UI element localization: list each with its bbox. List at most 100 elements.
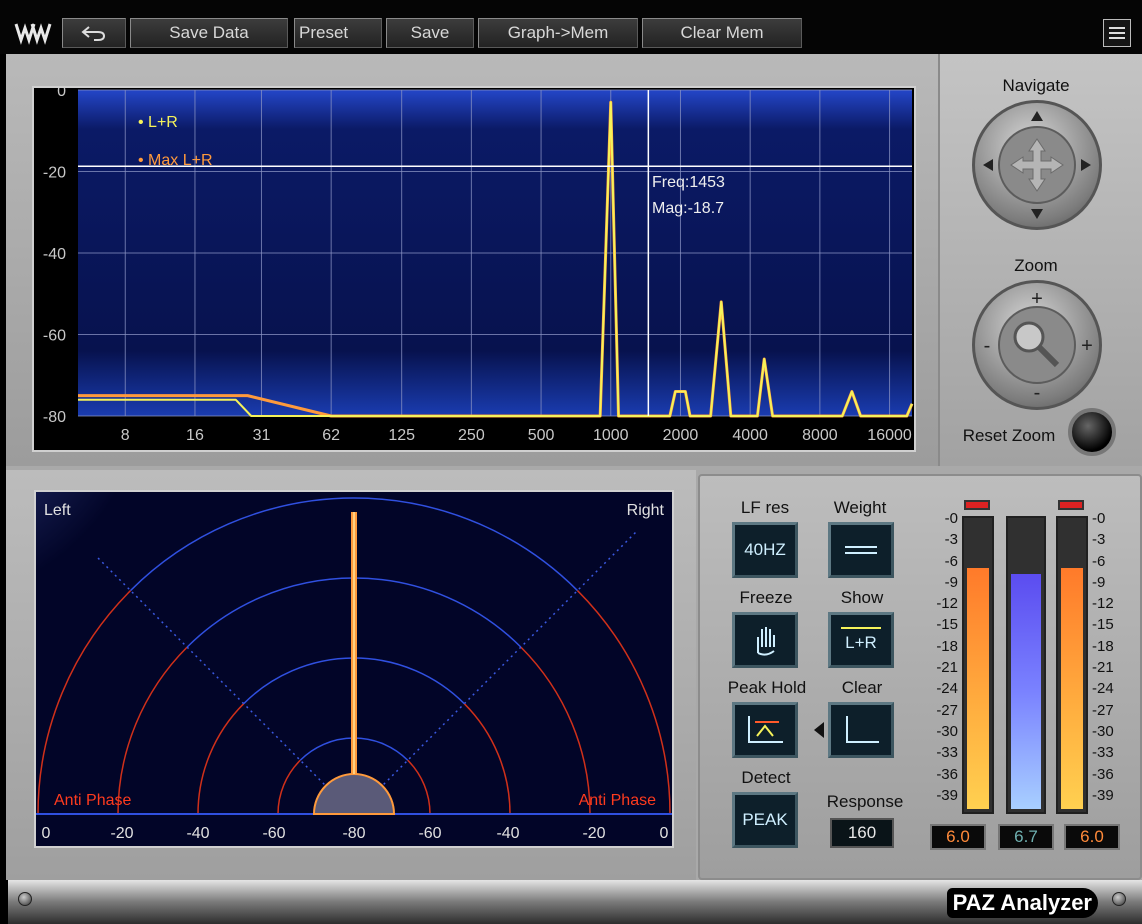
meter-scale-label: -6 xyxy=(1092,552,1106,570)
meter-mid xyxy=(1006,516,1046,814)
readout-mid: 6.7 xyxy=(998,824,1054,850)
x-tick-label: 16000 xyxy=(867,427,912,444)
legend-max-label: Max L+R xyxy=(148,152,213,169)
clip-led-right[interactable] xyxy=(1058,500,1084,510)
phase-x-tick-label: -60 xyxy=(262,825,285,842)
save-button[interactable]: Save xyxy=(386,18,474,48)
x-tick-label: 31 xyxy=(253,427,271,444)
graph-to-mem-button[interactable]: Graph->Mem xyxy=(478,18,638,48)
show-button[interactable]: L+R xyxy=(828,612,894,668)
spectrum-graph[interactable]: 8 16 31 62 125 250 500 1000 2000 4000 8000 16000 0 -2… xyxy=(32,86,916,452)
cursor-freq-readout: Freq:1453 xyxy=(652,174,725,191)
meter-scale-label: -27 xyxy=(1092,701,1114,719)
meter-scale-label: -27 xyxy=(936,701,958,719)
meter-scale-label: -3 xyxy=(1092,531,1106,549)
meter-scale-label: -33 xyxy=(936,744,958,762)
zoom-label: Zoom xyxy=(1014,256,1058,275)
left-label: Left xyxy=(44,502,71,519)
spectrum-plot[interactable]: 8 16 31 62 125 250 500 1000 2000 4000 8000 16000 0 -2… xyxy=(34,88,914,450)
meter-scale-label: -24 xyxy=(1092,680,1114,698)
svg-text:+: + xyxy=(1081,335,1093,357)
show-value: L+R xyxy=(845,633,877,652)
meter-scale-right: -0 -3 -6 -9 -12 -15 -18 -21 -24 -27 -30 -33 -36 -39 xyxy=(1092,508,1122,806)
peak-hold-label: Peak Hold xyxy=(727,678,807,697)
menu-button[interactable] xyxy=(1103,19,1131,47)
anti-phase-left-label: Anti Phase xyxy=(54,792,132,809)
meter-scale-label: -39 xyxy=(1092,786,1114,804)
clip-led-left[interactable] xyxy=(964,500,990,510)
phase-x-tick-label: -20 xyxy=(582,825,605,842)
y-tick-label: -80 xyxy=(43,409,66,426)
navigate-knob[interactable] xyxy=(972,100,1102,230)
meter-scale-label: -0 xyxy=(1092,510,1106,527)
svg-text:-: - xyxy=(984,335,991,357)
phase-x-tick-label: -80 xyxy=(342,825,365,842)
freeze-label: Freeze xyxy=(739,588,793,607)
clear-pointer-icon xyxy=(814,722,824,738)
weight-flat-icon xyxy=(845,546,877,554)
anti-phase-right-label: Anti Phase xyxy=(578,792,656,809)
response-field[interactable]: 160 xyxy=(830,818,894,848)
clear-mem-button[interactable]: Clear Mem xyxy=(642,18,802,48)
toolbar: Save Data Preset Save Graph->Mem Clear M… xyxy=(0,0,1142,54)
cursor-mag-readout: Mag:-18.7 xyxy=(652,200,725,217)
x-tick-label: 4000 xyxy=(732,427,768,444)
x-tick-label: 16 xyxy=(186,427,204,444)
reset-zoom-label: Reset Zoom xyxy=(962,426,1056,445)
meter-scale-label: -0 xyxy=(944,510,958,527)
meter-right xyxy=(1056,516,1088,814)
x-tick-label: 250 xyxy=(458,427,485,444)
weight-label: Weight xyxy=(833,498,887,517)
readout-right: 6.0 xyxy=(1064,824,1120,850)
right-label: Right xyxy=(626,502,664,519)
peak-hold-icon xyxy=(748,716,783,743)
y-tick-label: -20 xyxy=(43,165,66,182)
lf-res-value: 40HZ xyxy=(744,540,786,559)
phase-x-tick-label: 0 xyxy=(42,825,51,842)
reset-zoom-button[interactable] xyxy=(1068,408,1116,456)
meter-scale-label: -9 xyxy=(1092,573,1106,591)
x-tick-label: 500 xyxy=(528,427,555,444)
meter-scale-left: -0 -3 -6 -9 -12 -15 -18 -21 -24 -27 -30 -33 -36 -39 xyxy=(932,508,958,806)
zoom-knob[interactable]: + + - - xyxy=(972,280,1102,410)
phase-x-tick-label: -40 xyxy=(186,825,209,842)
weight-button[interactable] xyxy=(828,522,894,578)
meter-left xyxy=(962,516,994,814)
peak-hold-button[interactable] xyxy=(732,702,798,758)
stereo-plot: 0 -20 -40 -60 -80 -60 -40 -20 0 xyxy=(36,492,672,846)
phase-x-tick-label: -60 xyxy=(418,825,441,842)
save-data-button[interactable]: Save Data xyxy=(130,18,288,48)
detect-button[interactable]: PEAK xyxy=(732,792,798,848)
svg-text:+: + xyxy=(1031,288,1043,310)
lf-res-button[interactable]: 40HZ xyxy=(732,522,798,578)
legend-max-lr: • Max L+R xyxy=(138,152,213,169)
clear-button[interactable] xyxy=(828,702,894,758)
readout-left: 6.0 xyxy=(930,824,986,850)
meter-scale-label: -12 xyxy=(1092,595,1114,613)
screw-left-icon xyxy=(18,892,32,906)
detect-label: Detect xyxy=(741,768,791,787)
preset-button[interactable]: Preset xyxy=(294,18,382,48)
response-label: Response xyxy=(826,792,904,811)
y-tick-label: 0 xyxy=(57,88,66,100)
y-tick-label: -40 xyxy=(43,246,66,263)
meter-scale-label: -21 xyxy=(936,659,958,677)
x-tick-label: 125 xyxy=(388,427,415,444)
freeze-button[interactable] xyxy=(732,612,798,668)
meter-scale-label: -30 xyxy=(1092,722,1114,740)
product-name: PAZ Analyzer xyxy=(946,888,1098,918)
navigate-label: Navigate xyxy=(1002,76,1070,95)
meter-scale-label: -36 xyxy=(1092,765,1114,783)
meter-scale-label: -6 xyxy=(944,552,958,570)
undo-button[interactable] xyxy=(62,18,126,48)
clear-axes-icon xyxy=(846,716,879,743)
meter-scale-label: -15 xyxy=(936,616,958,634)
phase-x-tick-label: -40 xyxy=(496,825,519,842)
meter-scale-label: -30 xyxy=(936,722,958,740)
legend-lr-label: L+R xyxy=(148,114,178,131)
x-tick-label: 8000 xyxy=(802,427,838,444)
phase-x-tick-label: -20 xyxy=(110,825,133,842)
meter-scale-label: -21 xyxy=(1092,659,1114,677)
stereo-position-needle-core xyxy=(353,512,355,774)
magnifier-icon: + + - - xyxy=(984,288,1093,404)
